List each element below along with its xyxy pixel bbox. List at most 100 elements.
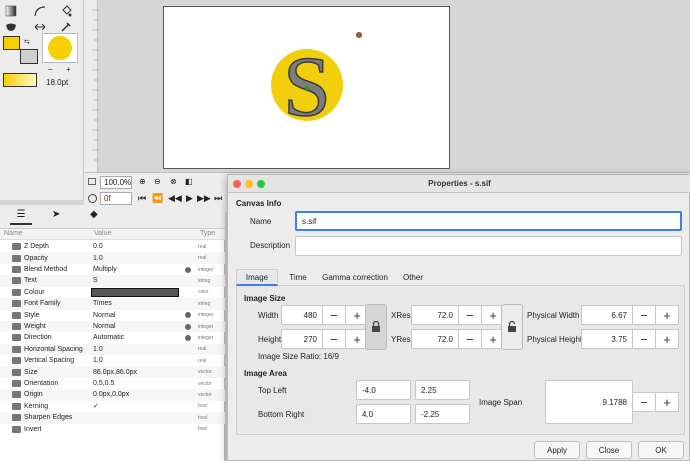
param-row[interactable]: Opacity 1.0 real [0, 252, 225, 264]
library-tab-icon[interactable]: ◆ [90, 209, 98, 220]
physical-height-decrement-button[interactable]: − [632, 329, 656, 349]
physical-height-field[interactable]: 3.75 [581, 329, 633, 349]
name-field[interactable]: s.sif [295, 211, 682, 231]
zoom-level[interactable]: 100.0% [100, 176, 132, 189]
seek-next-frame-icon[interactable]: ▶▶ [197, 193, 211, 204]
param-row[interactable]: Orientation 0.5,0.5 vector [0, 378, 225, 390]
param-value[interactable]: Normal [93, 323, 116, 330]
param-row[interactable]: Direction Automatic integer [0, 332, 225, 344]
brush-size-minus[interactable]: − [48, 65, 53, 74]
mirror-tool-icon[interactable] [33, 20, 47, 34]
param-value[interactable]: 86.0px,86.0px [93, 369, 137, 376]
resolution-lock-toggle[interactable] [501, 304, 523, 350]
param-colour-swatch[interactable] [91, 287, 179, 297]
zoom-out-icon[interactable]: ⊖ [154, 177, 161, 186]
param-value[interactable]: Automatic [93, 334, 124, 341]
params-tab-icon[interactable]: ☰ [10, 209, 32, 225]
close-button[interactable]: Close [586, 441, 632, 459]
param-value[interactable]: Times [93, 300, 112, 307]
swap-colors-icon[interactable]: ⇆ [24, 38, 30, 46]
fill-tool-icon[interactable] [59, 4, 73, 18]
col-value-header[interactable]: Value [94, 230, 111, 237]
seek-end-icon[interactable]: ⏭ [214, 193, 222, 204]
height-decrement-button[interactable]: − [322, 329, 346, 349]
pointer-tab-icon[interactable]: ➤ [52, 209, 60, 220]
param-row[interactable]: Size 86.0px,86.0px vector [0, 366, 225, 378]
bottom-right-y-field[interactable]: -2.25 [415, 404, 470, 424]
size-lock-toggle[interactable] [365, 304, 387, 350]
top-left-y-field[interactable]: 2.25 [415, 380, 470, 400]
param-static-indicator-icon[interactable] [185, 323, 191, 330]
xres-field[interactable]: 72.0 [411, 305, 459, 325]
play-icon[interactable]: ▶ [186, 193, 193, 204]
seek-begin-icon[interactable]: ⏮ [138, 193, 146, 204]
physical-width-field[interactable]: 6.67 [581, 305, 633, 325]
apply-button[interactable]: Apply [534, 441, 580, 459]
param-value[interactable]: Multiply [93, 266, 117, 273]
param-value[interactable]: Normal [93, 312, 116, 319]
zoom-reset-icon[interactable]: ⊗ [170, 177, 177, 186]
param-static-indicator-icon[interactable] [185, 312, 191, 319]
height-field[interactable]: 270 [281, 329, 323, 349]
param-value[interactable]: 0.0px,0.0px [93, 391, 129, 398]
param-value[interactable]: 1.0 [93, 346, 103, 353]
gradient-tool-icon[interactable] [4, 4, 18, 18]
spline-tool-icon[interactable] [33, 4, 47, 18]
param-value[interactable]: 0.0 [93, 243, 103, 250]
tab-other[interactable]: Other [396, 269, 430, 286]
outline-color-swatch[interactable] [3, 36, 20, 50]
param-row[interactable]: Blend Method Multiply integer [0, 264, 225, 276]
param-row[interactable]: Invert bool [0, 423, 225, 435]
brush-size-value[interactable]: 18.0pt [46, 78, 68, 87]
col-name-header[interactable]: Name [4, 230, 23, 237]
param-row[interactable]: Colour color [0, 287, 225, 299]
param-row[interactable]: Text Sstring [0, 275, 225, 287]
width-field[interactable]: 480 [281, 305, 323, 325]
param-row[interactable]: Font Family Times string [0, 298, 225, 310]
size-duck-handle[interactable] [356, 32, 362, 38]
param-row[interactable]: Style Normal integer [0, 309, 225, 321]
tab-image[interactable]: Image [236, 269, 278, 286]
drawing-canvas[interactable]: S [163, 6, 450, 169]
zoom-fit-icon[interactable] [88, 178, 96, 185]
col-type-header[interactable]: Type [200, 230, 215, 237]
param-value[interactable]: 1.0 [93, 357, 103, 364]
zoom-in-icon[interactable]: ⊕ [139, 177, 146, 186]
param-value[interactable]: 1.0 [93, 255, 103, 262]
param-value[interactable]: 0.5,0.5 [93, 380, 114, 387]
fill-color-swatch[interactable] [20, 49, 38, 64]
param-row[interactable]: Vertical Spacing 1.0 real [0, 355, 225, 367]
current-frame-field[interactable]: 0f [100, 192, 132, 205]
yres-decrement-button[interactable]: − [458, 329, 482, 349]
image-span-decrement-button[interactable]: − [632, 392, 656, 412]
seek-prev-keyframe-icon[interactable]: ⏪ [152, 193, 163, 204]
physical-width-increment-button[interactable]: + [655, 305, 679, 325]
param-row[interactable]: Origin 0.0px,0.0px vector [0, 389, 225, 401]
physical-width-decrement-button[interactable]: − [632, 305, 656, 325]
top-left-x-field[interactable]: -4.0 [356, 380, 411, 400]
param-row[interactable]: Sharpen Edges bool [0, 412, 225, 424]
param-value[interactable]: ✓ [93, 402, 99, 410]
param-row[interactable]: Horizontal Spacing 1.0 real [0, 343, 225, 356]
ok-button[interactable]: OK [638, 441, 684, 459]
origin-duck-handle[interactable] [304, 85, 310, 91]
tab-gamma-correction[interactable]: Gamma correction [318, 269, 392, 286]
image-span-increment-button[interactable]: + [655, 392, 679, 412]
description-field[interactable] [295, 236, 682, 256]
param-static-indicator-icon[interactable] [185, 266, 191, 273]
width-decrement-button[interactable]: − [322, 305, 346, 325]
tab-time[interactable]: Time [282, 269, 314, 286]
param-row[interactable]: Weight Normal integer [0, 320, 225, 333]
brush-size-plus[interactable]: + [66, 65, 71, 74]
param-value[interactable]: S [93, 277, 98, 284]
mask-tool-icon[interactable] [4, 20, 18, 34]
xres-decrement-button[interactable]: − [458, 305, 482, 325]
eyedropper-tool-icon[interactable] [59, 20, 73, 34]
clock-icon[interactable] [88, 194, 97, 203]
param-row[interactable]: Z Depth 0.0 real [0, 241, 225, 253]
yres-field[interactable]: 72.0 [411, 329, 459, 349]
onion-skin-icon[interactable]: ◧ [185, 177, 193, 186]
seek-prev-frame-icon[interactable]: ◀◀ [168, 193, 182, 204]
bottom-right-x-field[interactable]: 4.0 [356, 404, 411, 424]
gradient-swatch[interactable] [3, 73, 37, 87]
